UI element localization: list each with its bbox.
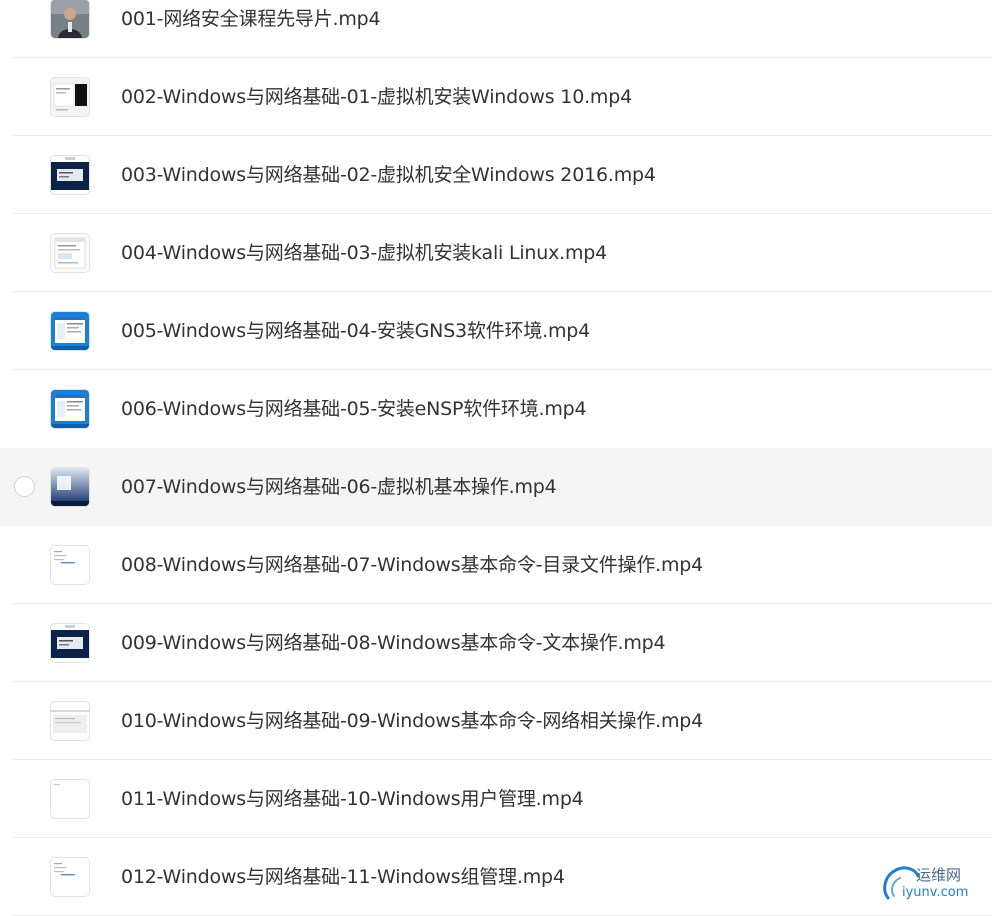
- file-name[interactable]: 009-Windows与网络基础-08-Windows基本命令-文本操作.mp4: [121, 604, 666, 682]
- navy-screen-thumbnail-icon: [50, 623, 90, 663]
- file-name[interactable]: 005-Windows与网络基础-04-安装GNS3软件环境.mp4: [121, 292, 590, 370]
- file-name[interactable]: 004-Windows与网络基础-03-虚拟机安装kali Linux.mp4: [121, 214, 607, 292]
- list-item[interactable]: 001-网络安全课程先导片.mp4: [0, 0, 992, 58]
- watermark-brand-en: iyunv.com: [902, 885, 969, 900]
- navy-screen-thumbnail-icon: [50, 155, 90, 195]
- file-name[interactable]: 001-网络安全课程先导片.mp4: [121, 0, 381, 58]
- list-item[interactable]: 004-Windows与网络基础-03-虚拟机安装kali Linux.mp4: [0, 214, 992, 292]
- list-item[interactable]: 005-Windows与网络基础-04-安装GNS3软件环境.mp4: [0, 292, 992, 370]
- grey-page-thumbnail-icon: [50, 701, 90, 741]
- installer-dark-thumbnail-icon: [50, 77, 90, 117]
- blue-window-thumbnail-icon: [50, 389, 90, 429]
- person-thumbnail-icon: [50, 0, 90, 39]
- watermark-brand-cn: 运维网: [916, 866, 962, 884]
- list-item[interactable]: 003-Windows与网络基础-02-虚拟机安全Windows 2016.mp…: [0, 136, 992, 214]
- file-name[interactable]: 008-Windows与网络基础-07-Windows基本命令-目录文件操作.m…: [121, 526, 703, 604]
- list-item[interactable]: 011-Windows与网络基础-10-Windows用户管理.mp4: [0, 760, 992, 838]
- list-item[interactable]: 009-Windows与网络基础-08-Windows基本命令-文本操作.mp4: [0, 604, 992, 682]
- file-name[interactable]: 002-Windows与网络基础-01-虚拟机安装Windows 10.mp4: [121, 58, 632, 136]
- blank-page-thumbnail-icon: [50, 779, 90, 819]
- list-item[interactable]: 010-Windows与网络基础-09-Windows基本命令-网络相关操作.m…: [0, 682, 992, 760]
- file-name[interactable]: 012-Windows与网络基础-11-Windows组管理.mp4: [121, 838, 565, 916]
- select-checkbox[interactable]: [14, 476, 35, 497]
- watermark: 运维网 iyunv.com: [880, 862, 984, 906]
- list-item[interactable]: 008-Windows与网络基础-07-Windows基本命令-目录文件操作.m…: [0, 526, 992, 604]
- list-item[interactable]: 006-Windows与网络基础-05-安装eNSP软件环境.mp4: [0, 370, 992, 448]
- blue-window-thumbnail-icon: [50, 311, 90, 351]
- video-file-list: 001-网络安全课程先导片.mp4 002-Windows与网络基础-01-虚拟机…: [0, 0, 992, 916]
- file-name[interactable]: 006-Windows与网络基础-05-安装eNSP软件环境.mp4: [121, 370, 587, 448]
- text-page-thumbnail-icon: [50, 857, 90, 897]
- file-name[interactable]: 011-Windows与网络基础-10-Windows用户管理.mp4: [121, 760, 584, 838]
- file-name[interactable]: 010-Windows与网络基础-09-Windows基本命令-网络相关操作.m…: [121, 682, 703, 760]
- list-item[interactable]: 007-Windows与网络基础-06-虚拟机基本操作.mp4: [0, 448, 992, 526]
- dialog-thumbnail-icon: [50, 233, 90, 273]
- file-name[interactable]: 007-Windows与网络基础-06-虚拟机基本操作.mp4: [121, 448, 557, 526]
- file-name[interactable]: 003-Windows与网络基础-02-虚拟机安全Windows 2016.mp…: [121, 136, 656, 214]
- desktop-thumbnail-icon: [50, 467, 90, 507]
- text-page-thumbnail-icon: [50, 545, 90, 585]
- list-item[interactable]: 002-Windows与网络基础-01-虚拟机安装Windows 10.mp4: [0, 58, 992, 136]
- list-item[interactable]: 012-Windows与网络基础-11-Windows组管理.mp4: [0, 838, 992, 916]
